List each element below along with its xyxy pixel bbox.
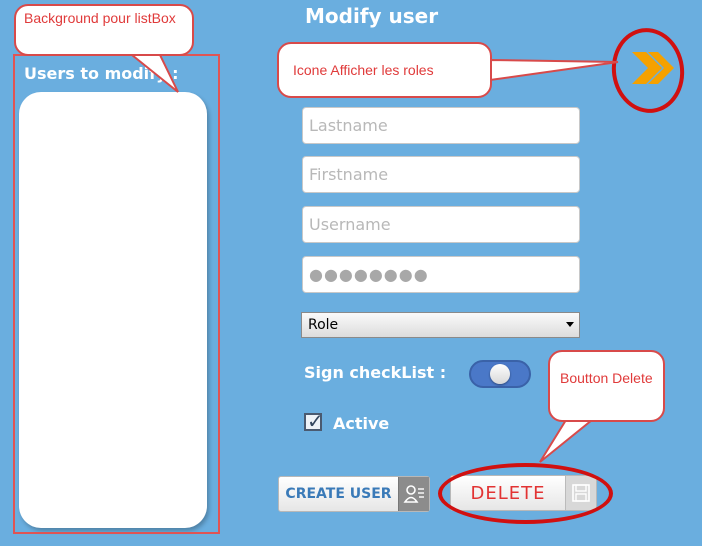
callout-show-roles: Icone Afficher les roles xyxy=(277,42,492,98)
callout-listbox-background: Background pour listBox xyxy=(14,4,194,56)
callout-delete-button: Boutton Delete xyxy=(548,350,665,422)
